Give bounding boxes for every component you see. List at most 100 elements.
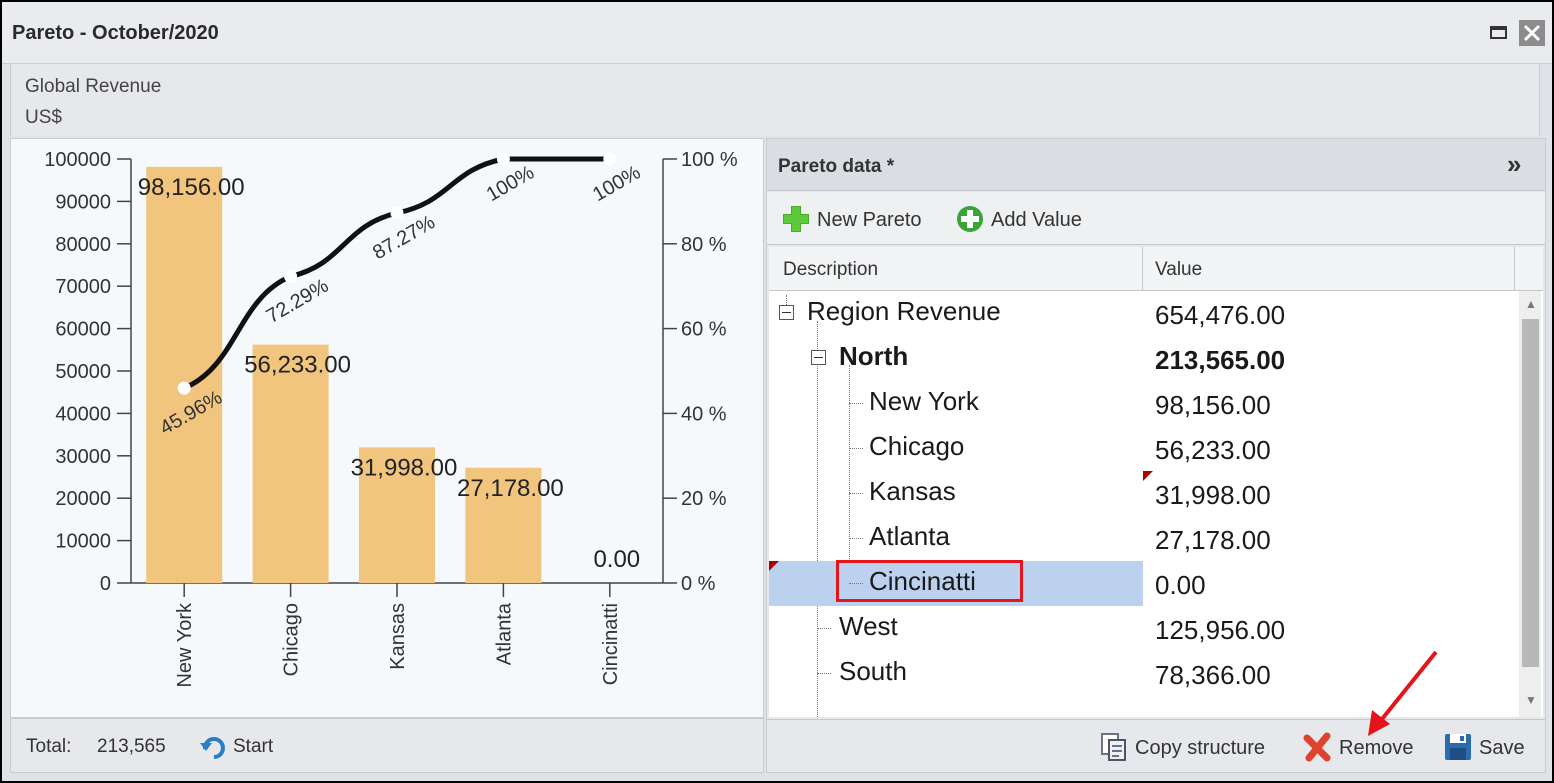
y-tick-label: 40000 — [55, 403, 111, 425]
close-button[interactable] — [1519, 20, 1545, 46]
y-tick-label: 50000 — [55, 361, 111, 383]
cumulative-label: 100% — [589, 161, 644, 206]
row-description: Chicago — [869, 431, 965, 461]
y2-tick-label: 80 % — [681, 234, 727, 256]
column-header-description[interactable]: Description — [769, 247, 1143, 291]
tree-row-north[interactable]: North 213,565.00 — [769, 336, 1517, 381]
red-x-icon — [1303, 732, 1331, 762]
window-title: Pareto - October/2020 — [12, 22, 219, 44]
row-value[interactable]: 56,233.00 — [1155, 426, 1271, 471]
start-button[interactable]: Start — [197, 729, 287, 763]
add-circle-icon — [957, 206, 983, 232]
tree-row-chicago[interactable]: Chicago 56,233.00 — [769, 426, 1517, 471]
row-value[interactable]: 78,366.00 — [1155, 651, 1271, 696]
y-tick-label: 10000 — [55, 531, 111, 553]
row-value[interactable]: 0.00 — [1155, 561, 1206, 606]
new-pareto-button[interactable]: New Pareto — [779, 202, 929, 236]
row-description: Kansas — [869, 476, 956, 506]
annotation-arrow-icon — [1368, 650, 1438, 736]
maximize-icon — [1490, 26, 1507, 39]
report-header: Global Revenue US$ — [10, 64, 1540, 136]
floppy-disk-icon — [1445, 734, 1471, 760]
edited-cell-marker — [1143, 471, 1153, 481]
x-tick-label: Atlanta — [493, 602, 515, 665]
tree-line — [817, 673, 831, 674]
column-header-value[interactable]: Value — [1143, 247, 1515, 291]
add-value-button[interactable]: Add Value — [953, 202, 1093, 236]
tree-line — [849, 403, 863, 404]
title-bar: Pareto - October/2020 — [2, 2, 1552, 64]
row-value[interactable]: 125,956.00 — [1155, 606, 1285, 651]
x-tick-label: Kansas — [387, 603, 409, 670]
green-plus-icon — [783, 206, 809, 232]
bar — [146, 166, 223, 584]
tree-row-cincinatti[interactable]: Cincinatti 0.00 — [769, 560, 1517, 606]
row-description: North — [839, 341, 909, 371]
grid-header: Description Value — [769, 247, 1543, 291]
tree-line — [849, 538, 863, 539]
tree-row-region-revenue[interactable]: Region Revenue 654,476.00 — [769, 291, 1517, 336]
copy-structure-button[interactable]: Copy structure — [1097, 730, 1281, 764]
collapse-toggle-icon[interactable] — [779, 305, 794, 320]
refresh-icon — [200, 737, 225, 759]
row-description: West — [839, 611, 898, 641]
y2-tick-label: 0 % — [681, 573, 716, 595]
tree-line — [849, 493, 863, 494]
y-tick-label: 90000 — [55, 191, 111, 213]
copy-document-icon — [1101, 733, 1126, 761]
tree-row-atlanta[interactable]: Atlanta 27,178.00 — [769, 516, 1517, 561]
tree-line — [817, 628, 831, 629]
close-icon — [1523, 24, 1541, 42]
tree-row-kansas[interactable]: Kansas 31,998.00 — [769, 471, 1517, 516]
total-label: Total: — [26, 736, 72, 757]
cumulative-point — [496, 152, 510, 166]
edited-cell-marker — [769, 561, 779, 571]
y-tick-label: 70000 — [55, 276, 111, 298]
chart-footer: Total: 213,565 Start — [10, 718, 764, 773]
row-value[interactable]: 98,156.00 — [1155, 381, 1271, 426]
x-tick-label: New York — [174, 602, 196, 687]
vertical-scrollbar[interactable]: ▲ ▼ — [1519, 291, 1541, 717]
row-value[interactable]: 654,476.00 — [1155, 291, 1285, 336]
save-button[interactable]: Save — [1441, 730, 1531, 764]
new-pareto-label: New Pareto — [817, 209, 922, 231]
y-tick-label: 60000 — [55, 319, 111, 341]
y-tick-label: 0 — [100, 573, 111, 595]
maximize-button[interactable] — [1486, 20, 1512, 46]
y2-tick-label: 100 % — [681, 149, 738, 171]
tree-row-west[interactable]: West 125,956.00 — [769, 606, 1517, 651]
cumulative-point — [177, 381, 191, 395]
tree-row-new-york[interactable]: New York 98,156.00 — [769, 381, 1517, 426]
remove-label: Remove — [1339, 737, 1414, 759]
tree-line — [849, 448, 863, 449]
row-value[interactable]: 27,178.00 — [1155, 516, 1271, 561]
selected-cell-highlight — [836, 560, 1023, 602]
y2-tick-label: 20 % — [681, 488, 727, 510]
row-value[interactable]: 31,998.00 — [1155, 471, 1271, 516]
currency-label: US$ — [25, 107, 62, 128]
total-value: 213,565 — [97, 736, 166, 757]
y-tick-label: 80000 — [55, 234, 111, 256]
row-value[interactable]: 213,565.00 — [1155, 336, 1285, 381]
save-label: Save — [1479, 737, 1525, 759]
report-name: Global Revenue — [25, 76, 162, 97]
bar-value-label: 56,233.00 — [244, 352, 351, 379]
data-toolbar: New Pareto Add Value — [767, 192, 1545, 245]
y2-tick-label: 60 % — [681, 319, 727, 341]
scroll-up-icon[interactable]: ▲ — [1525, 297, 1537, 311]
y-tick-label: 100000 — [44, 149, 111, 171]
scroll-thumb[interactable] — [1522, 319, 1539, 667]
collapse-panel-button[interactable]: » — [1507, 151, 1535, 179]
y-tick-label: 20000 — [55, 488, 111, 510]
cumulative-label: 72.29% — [263, 275, 333, 328]
bar — [252, 344, 329, 583]
x-tick-label: Cincinatti — [600, 603, 622, 685]
data-panel-title: Pareto data * — [778, 156, 895, 177]
cumulative-label: 100% — [483, 161, 538, 206]
collapse-toggle-icon[interactable] — [811, 350, 826, 365]
pareto-chart: 0 10000 20000 30000 40000 50000 60000 70000 8000… — [44, 149, 738, 688]
y2-tick-label: 40 % — [681, 403, 727, 425]
bar-value-label: 98,156.00 — [138, 174, 245, 201]
scroll-down-icon[interactable]: ▼ — [1525, 693, 1537, 707]
row-description: New York — [869, 386, 979, 416]
